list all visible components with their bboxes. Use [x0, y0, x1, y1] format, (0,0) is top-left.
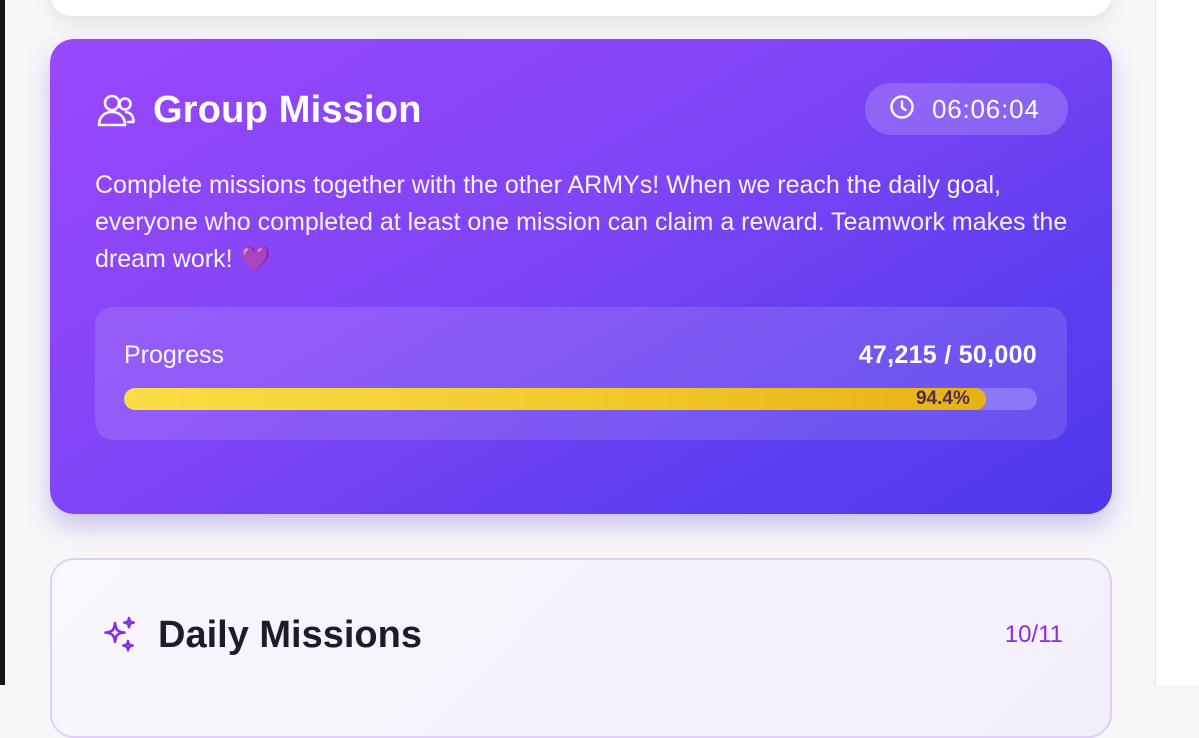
- progress-count: 47,215 / 50,000: [858, 341, 1037, 369]
- progress-bar: 94.4%: [124, 388, 1037, 410]
- clock-icon: [889, 94, 915, 125]
- group-mission-title: Group Mission: [153, 89, 422, 131]
- progress-label: Progress: [124, 341, 225, 369]
- mission-timer: 06:06:04: [865, 83, 1068, 135]
- timer-text: 06:06:04: [932, 93, 1040, 124]
- previous-card: [50, 0, 1112, 16]
- progress-panel: Progress 47,215 / 50,000 94.4%: [95, 307, 1067, 440]
- daily-missions-title: Daily Missions: [158, 614, 422, 656]
- group-mission-description: Complete missions together with the othe…: [95, 171, 1068, 273]
- sparkles-icon: [99, 615, 139, 655]
- users-icon: [96, 91, 136, 131]
- group-mission-card: Group Mission 06:06:04 Complete missions…: [50, 39, 1112, 514]
- scrollbar-track[interactable]: [1155, 0, 1199, 685]
- daily-missions-card: Daily Missions 10/11: [50, 558, 1112, 738]
- daily-missions-count: 10/11: [1004, 621, 1063, 648]
- progress-bar-fill: 94.4%: [124, 388, 986, 410]
- window-edge: [0, 0, 5, 685]
- progress-percent: 94.4%: [915, 388, 970, 409]
